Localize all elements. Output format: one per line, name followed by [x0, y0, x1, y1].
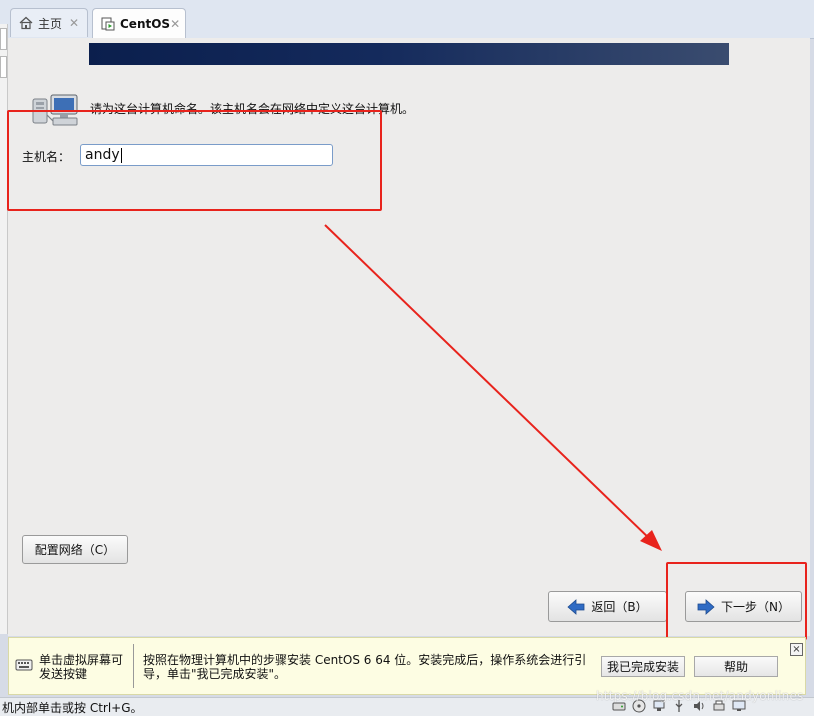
home-icon: [19, 16, 33, 30]
library-handle-2[interactable]: [0, 56, 7, 78]
watermark: https://blog.csdn.net/andyonlines: [596, 689, 804, 703]
finished-install-button[interactable]: 我已完成安装: [601, 656, 685, 677]
help-button[interactable]: 帮助: [694, 656, 778, 677]
info-divider: [133, 644, 134, 688]
tab-home[interactable]: 主页 ✕: [10, 8, 88, 37]
arrow-left-icon: [567, 598, 585, 615]
library-edge: [0, 24, 8, 634]
tab-home-close-icon[interactable]: ✕: [69, 16, 79, 30]
back-button[interactable]: 返回（B）: [548, 591, 667, 622]
hostname-prompt: 请为这台计算机命名。该主机名会在网络中定义这台计算机。: [90, 102, 415, 116]
next-button[interactable]: 下一步（N）: [685, 591, 802, 622]
status-text: 机内部单击或按 Ctrl+G。: [2, 701, 143, 715]
tab-centos-label: CentOS: [120, 16, 171, 31]
tab-home-label: 主页: [38, 16, 63, 31]
hostname-input[interactable]: andy: [80, 144, 333, 166]
next-label: 下一步（N）: [721, 600, 790, 614]
network-computer-icon: [31, 93, 83, 132]
configure-network-label: 配置网络（C）: [34, 543, 116, 557]
configure-network-button[interactable]: 配置网络（C）: [22, 535, 128, 564]
back-label: 返回（B）: [591, 600, 648, 614]
install-instructions: 按照在物理计算机中的步骤安装 CentOS 6 64 位。安装完成后，操作系统会…: [143, 653, 587, 681]
tab-bar: 主页 ✕ CentOS ✕: [0, 0, 814, 39]
close-icon[interactable]: ×: [790, 643, 803, 656]
tab-centos[interactable]: CentOS ✕: [92, 8, 186, 38]
click-screen-hint: 单击虚拟屏幕可发送按键: [39, 653, 124, 681]
tab-centos-close-icon[interactable]: ✕: [170, 17, 180, 31]
installer-banner: [89, 43, 729, 65]
vm-screen[interactable]: 请为这台计算机命名。该主机名会在网络中定义这台计算机。 主机名： andy 配置…: [8, 38, 810, 636]
vm-icon: [101, 17, 115, 31]
hostname-label: 主机名：: [22, 150, 71, 164]
install-info-bar: 单击虚拟屏幕可发送按键 按照在物理计算机中的步骤安装 CentOS 6 64 位…: [8, 637, 806, 695]
keyboard-icon: [15, 658, 33, 675]
library-handle[interactable]: [0, 28, 7, 50]
arrow-right-icon: [697, 598, 715, 615]
text-caret: [120, 147, 122, 163]
hostname-value: andy: [85, 147, 120, 163]
